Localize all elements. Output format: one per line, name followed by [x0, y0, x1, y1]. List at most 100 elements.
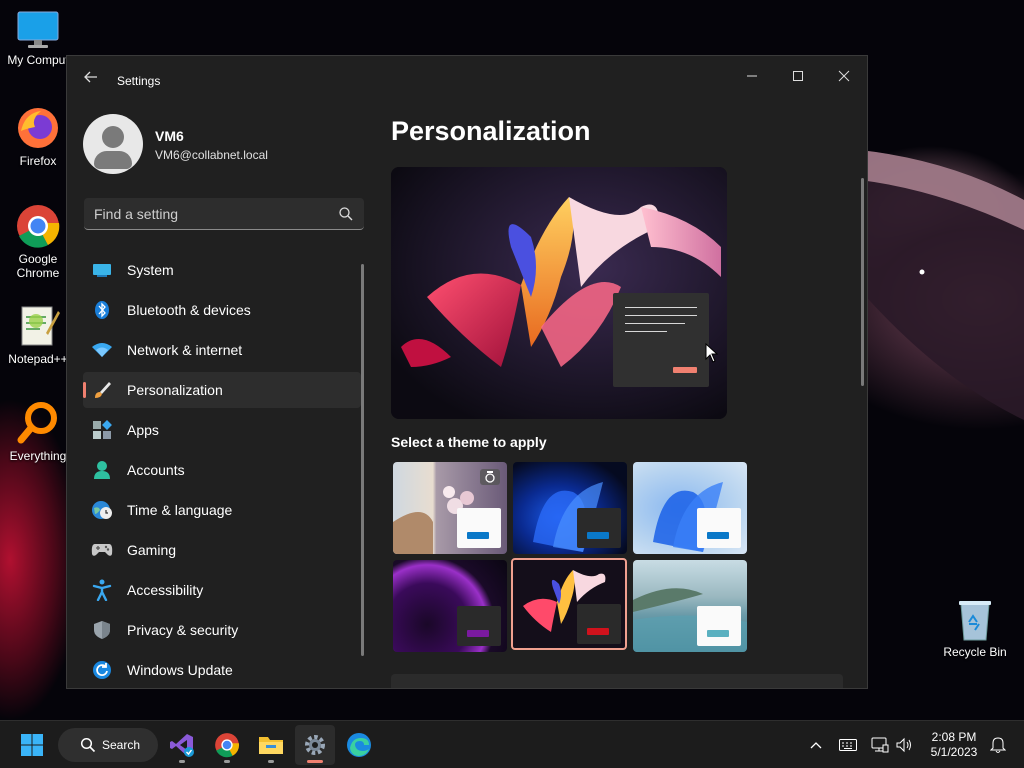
maximize-icon [793, 71, 803, 81]
sidebar-item-accessibility[interactable]: Accessibility [83, 572, 361, 608]
accessibility-icon [91, 579, 113, 601]
apps-icon [91, 419, 113, 441]
taskbar-chrome[interactable] [207, 725, 247, 765]
notification-bell-icon [990, 737, 1006, 753]
everything-search-icon [17, 402, 57, 444]
back-button[interactable] [81, 70, 101, 90]
desktop-icon-my-computer[interactable]: My Comput [0, 10, 76, 67]
theme-tile-windows-light[interactable] [633, 462, 747, 554]
search-icon [80, 737, 96, 753]
sidebar-item-windows-update[interactable]: Windows Update [83, 652, 361, 688]
taskbar-settings[interactable] [295, 725, 335, 765]
taskbar-edge[interactable] [339, 725, 379, 765]
sidebar-item-label: Personalization [127, 382, 223, 398]
folder-icon [259, 737, 283, 754]
sidebar-item-personalization[interactable]: Personalization [83, 372, 361, 408]
minimize-icon [747, 75, 757, 77]
gamepad-icon [91, 539, 113, 561]
sidebar-item-label: Gaming [127, 542, 177, 558]
keyboard-icon [839, 739, 857, 751]
taskbar-search-label: Search [102, 738, 141, 752]
network-status-button[interactable] [868, 721, 892, 768]
sidebar-item-network-internet[interactable]: Network & internet [83, 332, 361, 368]
taskbar-clock[interactable]: 2:08 PM 5/1/2023 [922, 730, 986, 760]
find-setting-search [84, 198, 364, 230]
title-bar: Settings [67, 56, 867, 104]
theme-tile-glow[interactable] [393, 560, 507, 652]
start-button[interactable] [12, 725, 52, 765]
sidebar-item-gaming[interactable]: Gaming [83, 532, 361, 568]
sidebar-item-privacy-security[interactable]: Privacy & security [83, 612, 361, 648]
search-input[interactable] [84, 198, 364, 229]
preview-window-sample [613, 293, 709, 387]
sidebar-item-time-language[interactable]: Time & language [83, 492, 361, 528]
theme-window-sample [577, 604, 621, 644]
speaker-icon [896, 737, 911, 753]
desktop-icon-label: My Comput [7, 53, 69, 67]
keyboard-layout-button[interactable] [836, 721, 860, 768]
windows-logo-icon [21, 734, 43, 756]
theme-tile-flow[interactable] [633, 560, 747, 652]
clock-time: 2:08 PM [931, 730, 977, 744]
desktop-icon-label: Everything [9, 449, 67, 463]
system-icon [91, 259, 113, 281]
theme-preview [391, 167, 727, 419]
settings-window: Settings VM6 VM6@collabnet.local System … [66, 55, 868, 689]
sidebar-item-label: System [127, 262, 174, 278]
settings-card[interactable] [391, 674, 843, 688]
close-button[interactable] [821, 60, 867, 92]
sidebar-scrollbar[interactable] [361, 264, 364, 656]
camera-icon [480, 469, 500, 485]
preview-accent-button [673, 367, 697, 373]
theme-tile-captured-motion[interactable] [511, 558, 627, 650]
desktop-icon-label: Notepad++ [8, 352, 68, 366]
desktop-icon-recycle-bin[interactable]: Recycle Bin [937, 598, 1013, 659]
wifi-icon [91, 339, 113, 361]
wallpaper-art [860, 150, 1024, 420]
theme-tile-spotlight[interactable] [393, 462, 507, 554]
content-scrollbar[interactable] [861, 178, 864, 386]
bluetooth-icon [91, 299, 113, 321]
monitor-icon [17, 11, 59, 48]
desktop-icon-notepadpp[interactable]: Notepad++ [0, 303, 76, 366]
search-icon[interactable] [338, 206, 354, 222]
firefox-icon [18, 108, 58, 148]
theme-window-sample [697, 508, 741, 548]
desktop-icon-label: Recycle Bin [943, 645, 1007, 659]
user-name: VM6 [155, 128, 184, 144]
notifications-button[interactable] [986, 721, 1010, 768]
minimize-button[interactable] [729, 60, 775, 92]
back-arrow-icon [84, 71, 97, 83]
sidebar-item-apps[interactable]: Apps [83, 412, 361, 448]
sidebar-nav: System Bluetooth & devices Network & int… [83, 252, 361, 688]
page-title: Personalization [391, 116, 591, 146]
desktop-icon-label: Google Chrome [16, 252, 60, 280]
desktop-icon-firefox[interactable]: Firefox [0, 105, 76, 168]
sidebar-item-label: Accounts [127, 462, 185, 478]
desktop-icon-google-chrome[interactable]: Google Chrome [0, 203, 76, 280]
shield-icon [91, 619, 113, 641]
chrome-icon [215, 733, 240, 758]
theme-tile-windows-dark[interactable] [513, 462, 627, 554]
avatar[interactable] [83, 114, 143, 174]
taskbar-file-explorer[interactable] [251, 725, 291, 765]
globe-clock-icon [91, 499, 113, 521]
close-icon [838, 70, 850, 82]
sidebar-item-label: Windows Update [127, 662, 233, 678]
desktop-icon-label: Firefox [19, 154, 57, 168]
maximize-button[interactable] [775, 60, 821, 92]
sidebar-item-accounts[interactable]: Accounts [83, 452, 361, 488]
taskbar-visual-studio[interactable] [162, 725, 202, 765]
desktop-icon-everything[interactable]: Everything [0, 400, 76, 463]
taskbar-search-button[interactable]: Search [58, 728, 158, 762]
gear-icon [305, 735, 325, 755]
sidebar-item-bluetooth-devices[interactable]: Bluetooth & devices [83, 292, 361, 328]
show-hidden-icons-button[interactable] [804, 721, 828, 768]
user-email: VM6@collabnet.local [155, 148, 268, 162]
sidebar-item-system[interactable]: System [83, 252, 361, 288]
volume-button[interactable] [892, 721, 916, 768]
sidebar-item-label: Accessibility [127, 582, 204, 598]
theme-window-sample [457, 606, 501, 646]
chevron-up-icon [810, 742, 822, 749]
chrome-icon [17, 205, 60, 248]
